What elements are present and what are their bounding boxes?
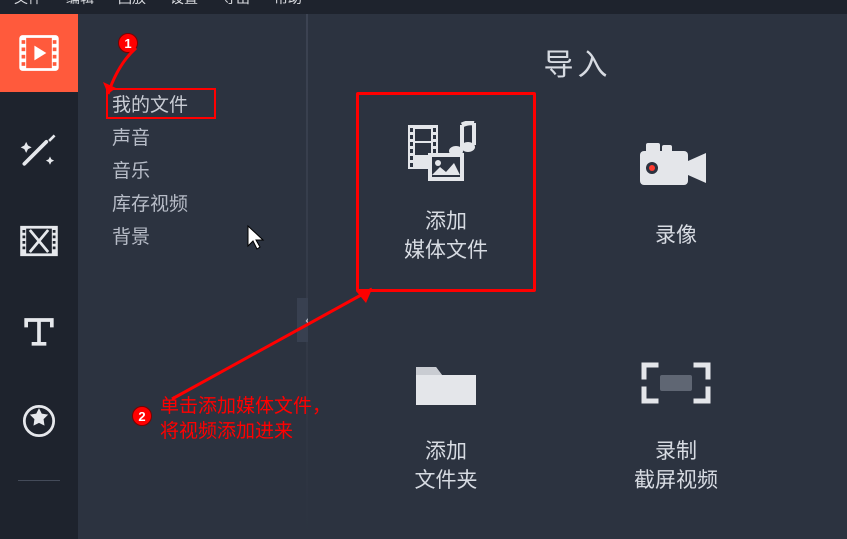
annotation-text-2: 单击添加媒体文件， 将视频添加进来 — [160, 395, 331, 444]
import-tile-grid: 添加 媒体文件 录像 添加 — [356, 92, 766, 522]
tool-titles[interactable] — [8, 300, 70, 362]
menu-help[interactable]: 帮助 — [274, 0, 302, 8]
tile-add-folder[interactable]: 添加 文件夹 — [356, 322, 536, 522]
tile-add-media[interactable]: 添加 媒体文件 — [356, 92, 536, 292]
tool-transitions[interactable] — [8, 210, 70, 272]
menu-file[interactable]: 文件 — [14, 0, 42, 8]
category-backgrounds[interactable]: 背景 — [106, 220, 156, 251]
import-heading: 导入 — [308, 40, 847, 84]
category-music[interactable]: 音乐 — [106, 154, 156, 185]
sidebar-tools — [0, 14, 78, 539]
menu-settings[interactable]: 设置 — [170, 0, 198, 8]
tile-record-video-label: 录像 — [655, 221, 697, 250]
menubar: 文件 编辑 回放 设置 导出 帮助 — [0, 0, 847, 14]
menu-export[interactable]: 导出 — [222, 0, 250, 8]
tool-import[interactable] — [0, 14, 78, 92]
tile-add-media-label: 添加 媒体文件 — [404, 207, 488, 266]
category-stock-video[interactable]: 库存视频 — [106, 187, 194, 218]
menu-playback[interactable]: 回放 — [118, 0, 146, 8]
screencast-icon — [634, 349, 718, 417]
import-area: 导入 添加 媒体文件 — [308, 14, 847, 539]
tool-stickers[interactable] — [8, 390, 70, 452]
category-panel: 我的文件 声音 音乐 库存视频 背景 — [78, 14, 308, 539]
tile-record-video[interactable]: 录像 — [586, 92, 766, 292]
menu-edit[interactable]: 编辑 — [66, 0, 94, 8]
tile-add-folder-label: 添加 文件夹 — [415, 437, 478, 496]
tile-record-screen[interactable]: 录制 截屏视频 — [586, 322, 766, 522]
sidebar-divider — [18, 480, 60, 481]
folder-icon — [404, 349, 488, 417]
category-my-files[interactable]: 我的文件 — [106, 88, 216, 119]
tool-filters[interactable] — [8, 120, 70, 182]
category-sounds[interactable]: 声音 — [106, 121, 156, 152]
camera-icon — [634, 133, 718, 201]
annotation-badge-2: 2 — [132, 406, 152, 426]
add-media-icon — [404, 119, 488, 187]
tile-record-screen-label: 录制 截屏视频 — [634, 437, 718, 496]
annotation-badge-1: 1 — [118, 33, 138, 53]
